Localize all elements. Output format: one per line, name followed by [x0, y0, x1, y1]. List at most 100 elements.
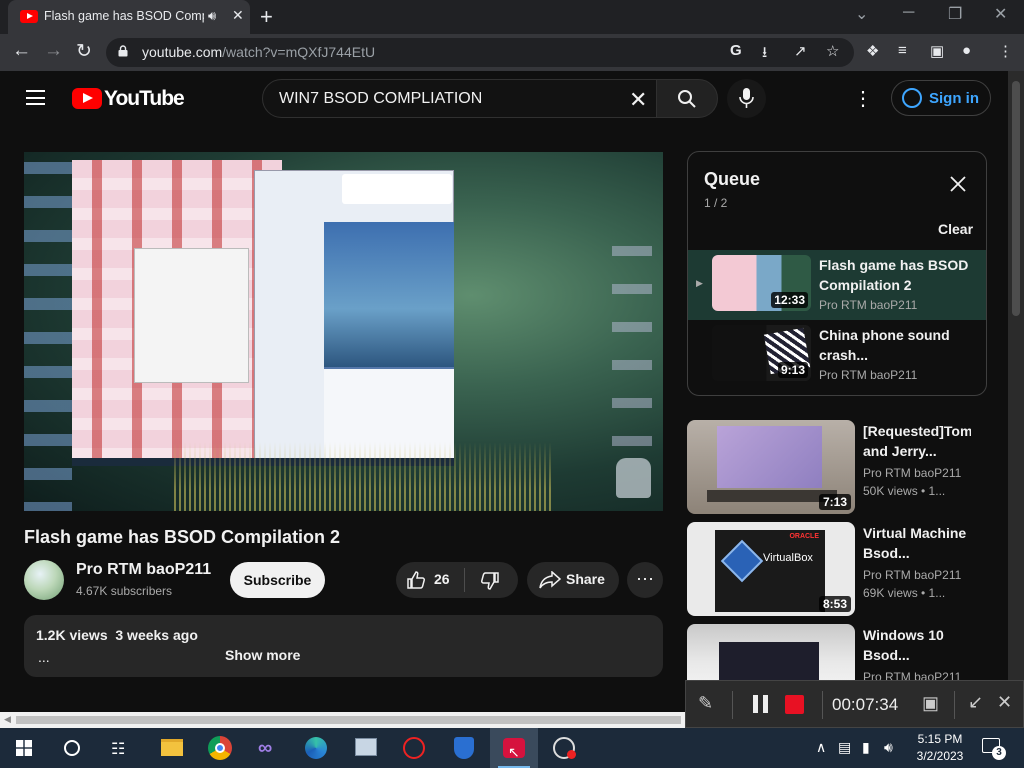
close-tab-icon[interactable]: ✕: [232, 7, 244, 24]
recommended-video[interactable]: Windows 10 Bsod... Pro RTM baoP211: [687, 624, 972, 680]
app-taskbar-button[interactable]: [390, 728, 438, 768]
start-button[interactable]: [0, 728, 48, 768]
queue-thumbnail: 9:13: [712, 325, 811, 381]
subscribe-button[interactable]: Subscribe: [230, 562, 325, 598]
file-explorer-button[interactable]: [148, 728, 196, 768]
scroll-left-arrow-icon[interactable]: ◀: [4, 714, 11, 725]
visual-studio-button[interactable]: ∞: [244, 728, 292, 768]
horizontal-scrollbar[interactable]: ◀: [0, 712, 685, 728]
settings-kebab-icon[interactable]: ⋮: [853, 86, 873, 111]
install-app-icon[interactable]: ⭳: [762, 42, 767, 67]
restore-window-button[interactable]: ❐: [948, 4, 962, 24]
taskbar-clock[interactable]: 5:15 PM 3/2/2023: [912, 731, 968, 765]
horizontal-scroll-thumb[interactable]: [16, 716, 681, 724]
thumbs-up-icon[interactable]: [406, 570, 426, 590]
chrome-menu-icon[interactable]: ⋮: [998, 42, 1013, 60]
description-box[interactable]: 1.2K views 3 weeks ago ... Show more: [24, 615, 663, 677]
minimize-recorder-icon[interactable]: ↙: [968, 692, 983, 713]
show-hidden-icons-chevron[interactable]: ∧: [816, 739, 826, 756]
url-path: /watch?v=mQXfJ744EtU: [222, 44, 376, 60]
video-frame-mascot: [616, 458, 651, 498]
vertical-scrollbar[interactable]: [1008, 71, 1024, 728]
hamburger-menu-icon[interactable]: [26, 90, 45, 105]
search-query[interactable]: WIN7 BSOD COMPLIATION: [279, 90, 482, 108]
vertical-scroll-thumb[interactable]: [1012, 81, 1020, 316]
notification-count-badge: 3: [992, 746, 1006, 760]
show-more-button[interactable]: Show more: [225, 647, 300, 663]
thumbs-down-icon[interactable]: [480, 571, 500, 591]
windows-logo-icon: [16, 740, 32, 756]
forward-arrow-icon[interactable]: →: [44, 40, 63, 62]
search-input[interactable]: WIN7 BSOD COMPLIATION ✕: [262, 79, 657, 118]
audio-visualizer-bars: [174, 442, 554, 511]
search-button[interactable]: [656, 79, 718, 118]
recommended-video[interactable]: ORACLE VirtualBox 8:53 Virtual Machine Bs…: [687, 522, 972, 617]
recommended-thumbnail: 7:13: [687, 420, 855, 514]
recommended-video[interactable]: 7:13 [Requested]Tom and Jerry... Pro RTM …: [687, 420, 972, 515]
clear-queue-button[interactable]: Clear: [938, 221, 973, 237]
reload-icon[interactable]: ↻: [76, 40, 92, 63]
new-tab-button[interactable]: +: [260, 4, 273, 30]
voice-search-button[interactable]: [727, 79, 766, 118]
youtube-logo-icon[interactable]: [72, 88, 102, 109]
recommended-meta: 69K views • 1...: [863, 586, 946, 600]
bookmark-star-icon[interactable]: ☆: [826, 42, 839, 60]
queue-item[interactable]: 9:13 China phone sound crash... Pro RTM …: [688, 320, 986, 390]
notification-center-button[interactable]: 3: [980, 736, 1008, 760]
thumbnail-console-window: [719, 642, 819, 680]
close-recorder-icon[interactable]: ✕: [997, 692, 1012, 713]
recommended-title: [Requested]Tom and Jerry...: [863, 421, 971, 461]
stop-recording-button[interactable]: [785, 695, 804, 714]
back-arrow-icon[interactable]: ←: [12, 40, 31, 62]
task-view-button[interactable]: ☷: [96, 728, 144, 768]
recommended-thumbnail: ORACLE VirtualBox 8:53: [687, 522, 855, 616]
annotate-pen-icon[interactable]: ✎: [698, 693, 713, 714]
like-count[interactable]: 26: [434, 571, 450, 587]
app-taskbar-button[interactable]: [342, 728, 390, 768]
side-panel-icon[interactable]: ▣: [930, 42, 944, 60]
app-taskbar-button[interactable]: [540, 728, 588, 768]
close-window-button[interactable]: ✕: [994, 4, 1007, 24]
queue-item-channel: Pro RTM baoP211: [819, 298, 918, 312]
channel-name[interactable]: Pro RTM baoP211: [76, 561, 211, 579]
tab-search-chevron-icon[interactable]: ⌄: [855, 4, 868, 24]
share-page-icon[interactable]: ↗: [794, 42, 807, 60]
youtube-logo-text[interactable]: YouTube: [104, 87, 185, 111]
google-lens-icon[interactable]: G: [730, 42, 742, 59]
address-bar[interactable]: youtube.com/watch?v=mQXfJ744EtU: [106, 38, 854, 67]
network-icon[interactable]: ▤: [838, 739, 851, 756]
like-divider: [464, 568, 465, 592]
recommended-duration: 7:13: [818, 494, 851, 510]
minimize-window-button[interactable]: ─: [903, 4, 914, 22]
red-circle-app-icon: [403, 737, 425, 759]
volume-icon[interactable]: 🔊︎: [884, 739, 893, 756]
search-taskbar-button[interactable]: [48, 728, 96, 768]
profile-icon[interactable]: ●: [962, 42, 971, 59]
close-queue-icon[interactable]: [950, 176, 966, 192]
extensions-puzzle-icon[interactable]: ❖: [866, 42, 879, 60]
tab-title: Flash game has BSOD Compilation 2: [44, 9, 204, 23]
clear-search-icon[interactable]: ✕: [629, 87, 647, 113]
share-button[interactable]: Share: [527, 562, 619, 598]
app-taskbar-button[interactable]: [440, 728, 488, 768]
desktop-icons-right: [612, 232, 652, 462]
screenshot-camera-icon[interactable]: ▣: [922, 693, 939, 714]
task-view-icon: ☷: [111, 741, 126, 758]
visual-studio-icon: ∞: [258, 737, 273, 759]
screen-recorder-taskbar-button[interactable]: ↖: [490, 728, 538, 768]
recommended-duration: 8:53: [818, 596, 851, 612]
video-player[interactable]: [24, 152, 663, 511]
more-actions-button[interactable]: ⋯: [627, 562, 663, 598]
browser-tab[interactable]: Flash game has BSOD Compilation 2 🔊︎ ✕: [8, 0, 250, 34]
microphone-tray-icon[interactable]: ▮: [862, 739, 870, 756]
chrome-taskbar-button[interactable]: [196, 728, 244, 768]
audio-playing-icon[interactable]: 🔊︎: [208, 8, 216, 24]
sign-in-button[interactable]: Sign in: [891, 80, 991, 116]
edge-taskbar-button[interactable]: [292, 728, 340, 768]
url-text: youtube.com/watch?v=mQXfJ744EtU: [142, 44, 375, 60]
channel-avatar[interactable]: [24, 560, 64, 600]
lock-icon[interactable]: [118, 45, 128, 57]
pause-recording-button[interactable]: [752, 695, 770, 713]
queue-item[interactable]: ▶ 12:33 Flash game has BSOD Compilation …: [688, 250, 986, 320]
media-control-icon[interactable]: ≡: [898, 42, 907, 59]
